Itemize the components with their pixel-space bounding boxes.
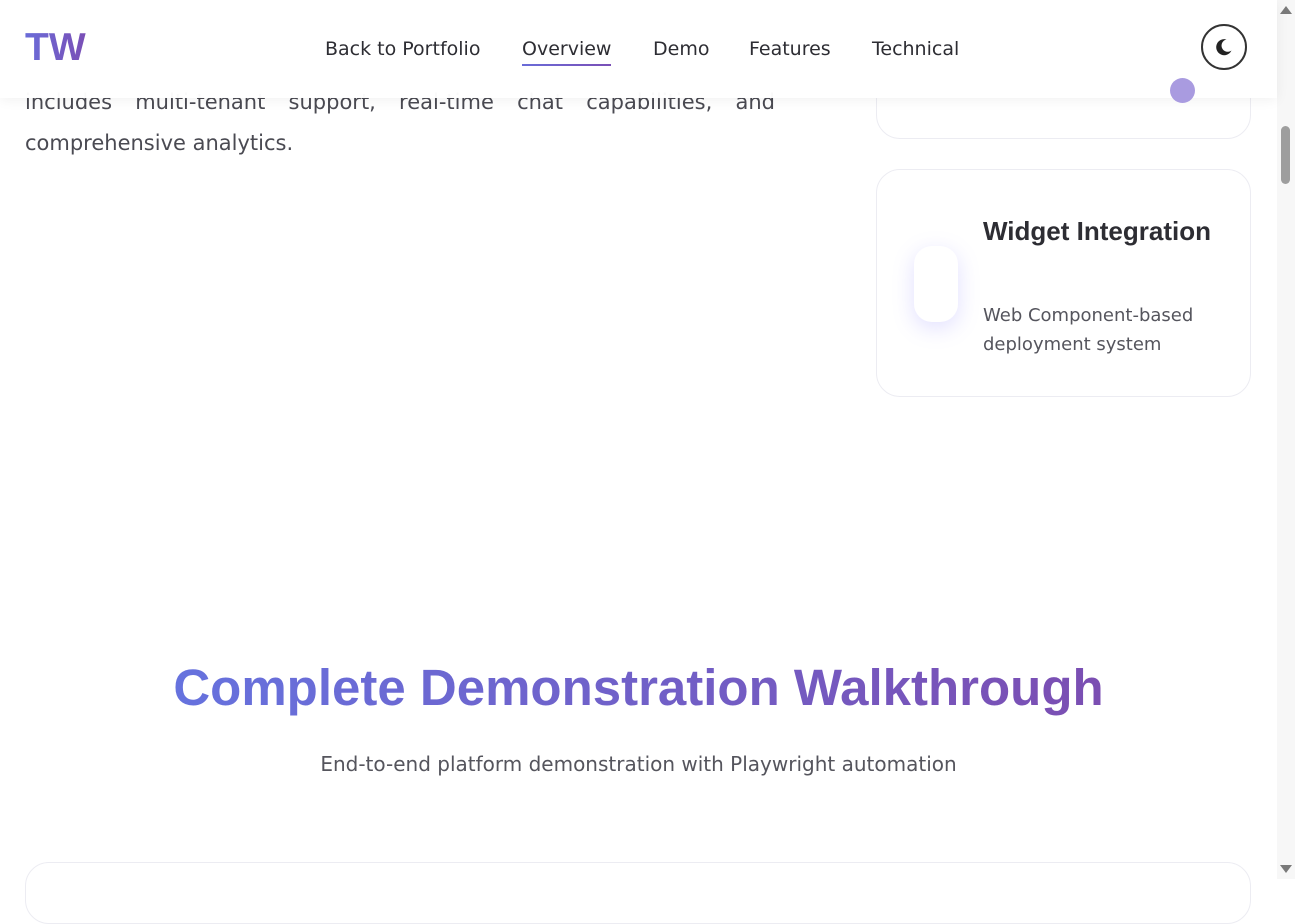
moon-icon — [1216, 39, 1232, 56]
demo-section-subtitle: End-to-end platform demonstration with P… — [320, 752, 957, 776]
nav-link-technical[interactable]: Technical — [872, 37, 959, 61]
site-logo[interactable]: TW — [25, 26, 86, 70]
widget-icon — [914, 246, 958, 322]
scroll-up-icon[interactable] — [1280, 6, 1292, 14]
cursor-dot — [1170, 78, 1195, 103]
nav-link-features[interactable]: Features — [749, 37, 831, 61]
theme-toggle-button[interactable] — [1201, 24, 1247, 70]
scroll-thumb[interactable] — [1281, 126, 1290, 184]
page-scrollbar[interactable] — [1277, 0, 1295, 879]
feature-card-title: Widget Integration — [983, 216, 1211, 246]
nav-link-demo[interactable]: Demo — [653, 37, 709, 61]
feature-card-widget-integration: Widget Integration Web Component-based d… — [876, 169, 1251, 397]
site-header: TW Back to Portfolio Overview Demo Featu… — [0, 0, 1277, 98]
demo-video-card — [25, 862, 1251, 924]
nav-link-overview[interactable]: Overview — [522, 37, 612, 66]
feature-card-description: Web Component-based deployment system — [983, 305, 1194, 355]
scroll-down-icon[interactable] — [1280, 865, 1292, 873]
nav-link-back-to-portfolio[interactable]: Back to Portfolio — [325, 37, 480, 61]
demo-section-title: Complete Demonstration Walkthrough — [173, 659, 1104, 716]
